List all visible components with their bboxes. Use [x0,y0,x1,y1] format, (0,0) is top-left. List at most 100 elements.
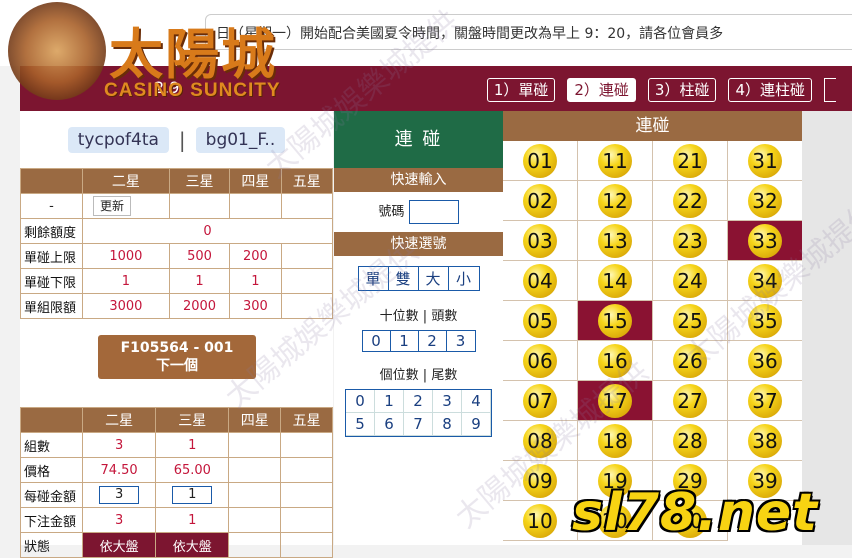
refresh-button[interactable]: 更新 [93,196,132,216]
tens-3[interactable]: 3 [447,331,475,351]
ball-cell-22[interactable]: 22 [653,181,728,221]
ball-cell-15[interactable]: 15 [578,301,653,341]
ball-23[interactable]: 23 [673,223,707,258]
ball-cell-12[interactable]: 12 [578,181,653,221]
table-row: 價格 74.50 65.00 [20,457,333,483]
ball-13[interactable]: 13 [598,223,632,258]
ball-cell-05[interactable]: 05 [503,301,578,341]
ball-cell-16[interactable]: 16 [578,341,653,381]
ball-cell-07[interactable]: 07 [503,381,578,421]
ball-cell-38[interactable]: 38 [728,421,803,461]
ball-18[interactable]: 18 [598,423,632,458]
ball-cell-09[interactable]: 09 [503,461,578,501]
ball-04[interactable]: 04 [523,263,557,298]
ball-cell-34[interactable]: 34 [728,261,803,301]
ball-cell-03[interactable]: 03 [503,221,578,261]
ball-cell-06[interactable]: 06 [503,341,578,381]
tab-pillar[interactable]: 3）柱碰 [647,78,717,102]
ball-cell-08[interactable]: 08 [503,421,578,461]
quick-select-header: 快速選號 [334,232,503,256]
ball-12[interactable]: 12 [598,183,632,218]
ball-25[interactable]: 25 [673,303,707,338]
odd-button[interactable]: 單 [359,267,389,290]
ball-28[interactable]: 28 [673,423,707,458]
ball-cell-32[interactable]: 32 [728,181,803,221]
ball-27[interactable]: 27 [673,383,707,418]
ball-cell-18[interactable]: 18 [578,421,653,461]
amount-input-2star[interactable]: 3 [99,486,140,504]
ball-cell-21[interactable]: 21 [653,141,728,181]
units-1[interactable]: 1 [375,390,404,413]
ball-cell-24[interactable]: 24 [653,261,728,301]
ball-36[interactable]: 36 [748,343,782,378]
ball-34[interactable]: 34 [748,263,782,298]
ball-cell-13[interactable]: 13 [578,221,653,261]
ball-35[interactable]: 35 [748,303,782,338]
ball-15[interactable]: 15 [598,303,632,338]
ball-31[interactable]: 31 [748,143,782,178]
tens-1[interactable]: 1 [391,331,419,351]
ball-cell-36[interactable]: 36 [728,341,803,381]
ball-02[interactable]: 02 [523,183,557,218]
ball-cell-28[interactable]: 28 [653,421,728,461]
even-button[interactable]: 雙 [389,267,419,290]
tab-single[interactable]: 1）單碰 [486,78,556,102]
units-8[interactable]: 8 [433,413,462,436]
groups-label: 組數 [20,432,83,458]
ball-cell-31[interactable]: 31 [728,141,803,181]
units-6[interactable]: 6 [375,413,404,436]
ball-10[interactable]: 10 [523,503,557,538]
ball-03[interactable]: 03 [523,223,557,258]
ball-01[interactable]: 01 [523,143,557,178]
status-4star [228,532,282,558]
ball-16[interactable]: 16 [598,343,632,378]
big-button[interactable]: 大 [419,267,449,290]
ball-cell-14[interactable]: 14 [578,261,653,301]
ball-32[interactable]: 32 [748,183,782,218]
ball-26[interactable]: 26 [673,343,707,378]
ball-cell-27[interactable]: 27 [653,381,728,421]
tab-consecutive-pillar[interactable]: 4）連柱碰 [728,78,812,102]
ball-cell-33[interactable]: 33 [728,221,803,261]
amount-input-3star[interactable]: 1 [172,486,213,504]
side-gutter [802,111,852,545]
tens-2[interactable]: 2 [419,331,447,351]
ball-11[interactable]: 11 [598,143,632,178]
ball-cell-10[interactable]: 10 [503,501,578,541]
ball-17[interactable]: 17 [598,383,632,418]
ball-cell-04[interactable]: 04 [503,261,578,301]
ball-22[interactable]: 22 [673,183,707,218]
ball-09[interactable]: 09 [523,463,557,498]
ball-37[interactable]: 37 [748,383,782,418]
ball-cell-25[interactable]: 25 [653,301,728,341]
ball-cell-02[interactable]: 02 [503,181,578,221]
ball-cell-17[interactable]: 17 [578,381,653,421]
units-2[interactable]: 2 [404,390,433,413]
ball-38[interactable]: 38 [748,423,782,458]
ball-05[interactable]: 05 [523,303,557,338]
small-button[interactable]: 小 [449,267,479,290]
tab-consecutive[interactable]: 2）連碰 [567,78,636,102]
ball-33[interactable]: 33 [748,223,782,258]
ball-06[interactable]: 06 [523,343,557,378]
ball-cell-35[interactable]: 35 [728,301,803,341]
ball-cell-37[interactable]: 37 [728,381,803,421]
units-7[interactable]: 7 [404,413,433,436]
ball-07[interactable]: 07 [523,383,557,418]
ball-08[interactable]: 08 [523,423,557,458]
ball-cell-26[interactable]: 26 [653,341,728,381]
ball-24[interactable]: 24 [673,263,707,298]
ball-cell-11[interactable]: 11 [578,141,653,181]
ball-cell-01[interactable]: 01 [503,141,578,181]
ball-21[interactable]: 21 [673,143,707,178]
units-5[interactable]: 5 [346,413,375,436]
units-3[interactable]: 3 [433,390,462,413]
next-ticket-button[interactable]: F105564 - 001 下一個 [98,335,256,379]
tens-0[interactable]: 0 [363,331,391,351]
ball-cell-23[interactable]: 23 [653,221,728,261]
units-0[interactable]: 0 [346,390,375,413]
units-9[interactable]: 9 [462,413,491,436]
ball-14[interactable]: 14 [598,263,632,298]
units-4[interactable]: 4 [462,390,491,413]
number-input[interactable] [408,200,459,224]
